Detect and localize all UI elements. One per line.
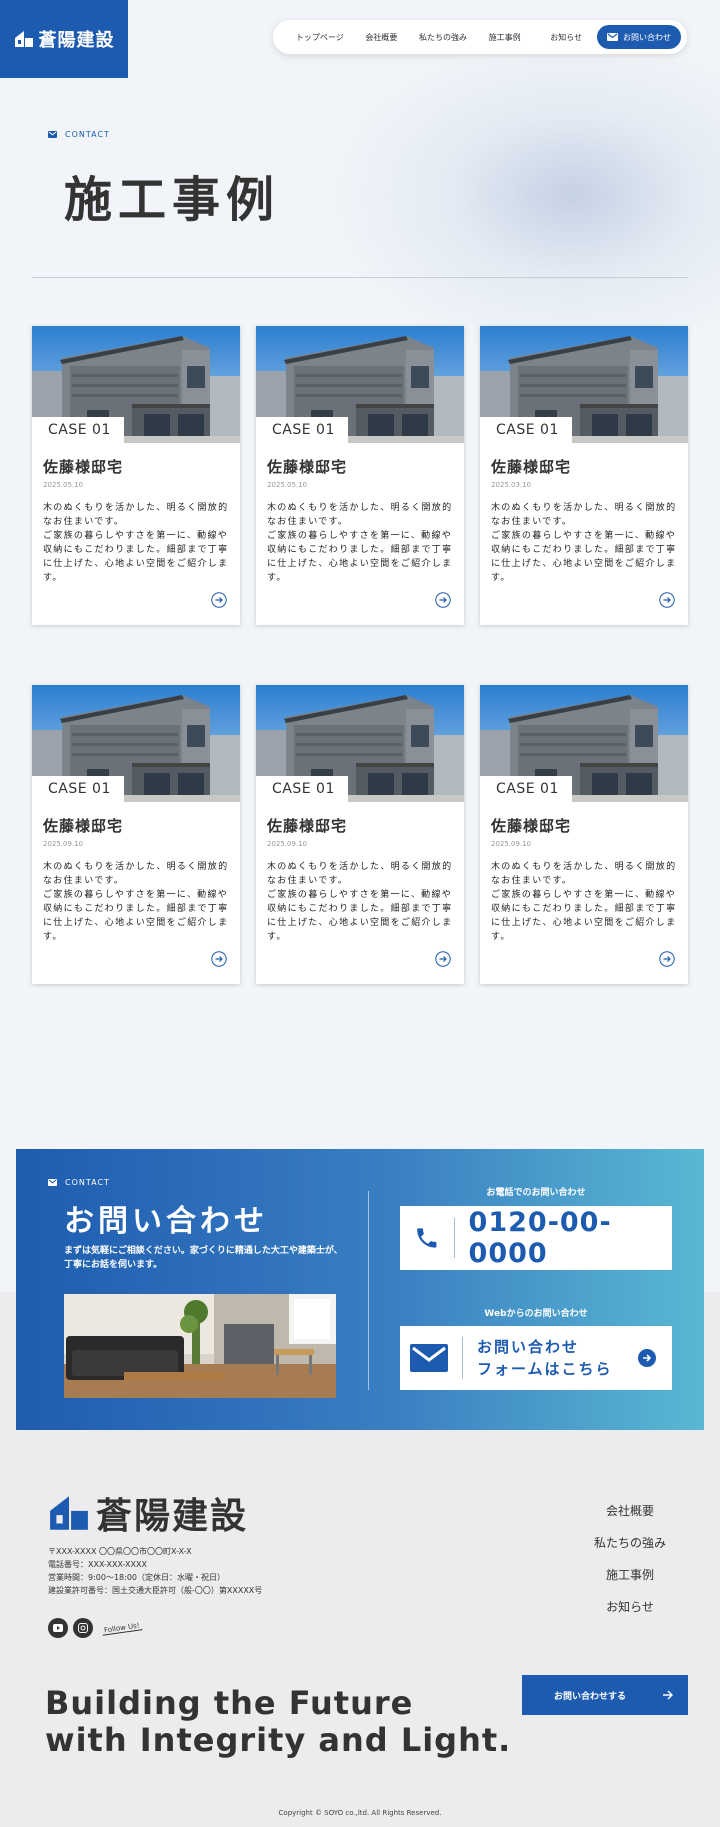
case-date: 2025.03.10 [491, 481, 532, 489]
web-form-button[interactable]: お問い合わせ フォームはこちら [400, 1326, 672, 1390]
case-card[interactable]: CASE 01 佐藤様邸宅 2025.09.10 木のぬくもりを活かした、明るく開放的… [32, 685, 240, 984]
hero-eyebrow-label: CONTACT [65, 130, 110, 139]
case-date: 2025.05.10 [267, 481, 308, 489]
arrow-circle-icon[interactable] [659, 592, 675, 608]
nav-item-company[interactable]: 会社概要 [351, 32, 413, 43]
case-title: 佐藤様邸宅 [267, 458, 348, 476]
contact-eyebrow-label: CONTACT [65, 1178, 110, 1187]
phone-label: お電話でのお問い合わせ [486, 1188, 586, 1198]
footer-hours: 営業時間：9:00〜18:00（定休日：水曜・祝日） [48, 1573, 226, 1582]
header-logo[interactable]: 蒼陽建設 [0, 0, 128, 78]
living-room-photo [64, 1294, 336, 1398]
web-label: Webからのお問い合わせ [484, 1309, 588, 1319]
case-desc: 木のぬくもりを活かした、明るく開放的なお住まいです。 ご家族の暮らしやすさを第一に… [491, 862, 677, 942]
case-number: CASE 01 [32, 776, 124, 802]
arrow-circle-icon [638, 1349, 656, 1367]
house-logo-icon [50, 1496, 88, 1530]
arrow-circle-icon[interactable] [435, 592, 451, 608]
hero-divider [32, 277, 688, 278]
phone-number[interactable]: 0120-00-0000 [469, 1207, 672, 1269]
contact-title: お問い合わせ [64, 1204, 268, 1239]
arrow-right-icon [663, 1690, 673, 1700]
tagline-line1: Building the Future [45, 1684, 414, 1722]
case-card[interactable]: CASE 01 佐藤様邸宅 2025.03.10 木のぬくもりを活かした、明るく開放的… [480, 326, 688, 625]
case-card[interactable]: CASE 01 佐藤様邸宅 2025.05.10 木のぬくもりを活かした、明るく開放的… [256, 326, 464, 625]
arrow-circle-icon[interactable] [435, 951, 451, 967]
arrow-circle-icon[interactable] [211, 951, 227, 967]
phone-sep [453, 1218, 455, 1258]
footer-nav-works[interactable]: 施工事例 [580, 1566, 680, 1598]
mail-icon [606, 33, 618, 41]
case-card[interactable]: CASE 01 佐藤様邸宅 2025.05.10 木のぬくもりを活かした、明るく開放的… [32, 326, 240, 625]
nav-item-top[interactable]: トップページ [289, 32, 351, 43]
youtube-icon[interactable] [48, 1618, 68, 1638]
case-card[interactable]: CASE 01 佐藤様邸宅 2025.09.10 木のぬくもりを活かした、明るく開放的… [480, 685, 688, 984]
mail-icon [410, 1344, 448, 1372]
arrow-circle-icon[interactable] [659, 951, 675, 967]
copyright: Copyright © SOYO co.,ltd. All Rights Res… [278, 1809, 442, 1817]
footer-logo[interactable]: 蒼陽建設 [48, 1487, 248, 1539]
case-date: 2025.09.10 [267, 840, 308, 848]
global-nav: トップページ 会社概要 私たちの強み 施工事例 お知らせ お問い合わせ [273, 20, 687, 54]
nav-item-works[interactable]: 施工事例 [474, 32, 536, 43]
tagline-line2: with Integrity and Light. [45, 1721, 512, 1759]
case-desc: 木のぬくもりを活かした、明るく開放的なお住まいです。 ご家族の暮らしやすさを第一に… [43, 862, 229, 942]
case-number: CASE 01 [480, 417, 572, 443]
case-card[interactable]: CASE 01 佐藤様邸宅 2025.09.10 木のぬくもりを活かした、明るく開放的… [256, 685, 464, 984]
nav-contact-button[interactable]: お問い合わせ [596, 25, 681, 49]
contact-eyebrow: CONTACT [48, 1178, 110, 1187]
house-logo-icon [14, 31, 33, 47]
case-number: CASE 01 [32, 417, 124, 443]
case-title: 佐藤様邸宅 [43, 458, 124, 476]
case-number: CASE 01 [480, 776, 572, 802]
case-title: 佐藤様邸宅 [43, 817, 124, 835]
case-number: CASE 01 [256, 417, 348, 443]
hero-glow [320, 60, 720, 360]
footer-nav-strengths[interactable]: 私たちの強み [580, 1534, 680, 1566]
web-line2: フォームはこちら [477, 1360, 613, 1378]
contact-band: CONTACT お問い合わせ まずは気軽にご相談ください。家づくりに精通した大工… [16, 1149, 704, 1430]
footer-social: Follow Us! [48, 1618, 143, 1638]
web-sep [462, 1337, 463, 1379]
phone-box[interactable]: 0120-00-0000 [400, 1206, 672, 1270]
mail-icon [48, 1179, 57, 1186]
footer-nav: 会社概要 私たちの強み 施工事例 お知らせ [580, 1502, 680, 1630]
web-form-text: お問い合わせ フォームはこちら [477, 1336, 624, 1380]
case-title: 佐藤様邸宅 [491, 458, 572, 476]
contact-divider [368, 1191, 369, 1390]
case-date: 2025.09.10 [491, 840, 532, 848]
footer-tagline: Building the Future with Integrity and L… [45, 1685, 511, 1759]
footer-phone: 電話番号：XXX-XXX-XXXX [48, 1560, 147, 1569]
case-number: CASE 01 [256, 776, 348, 802]
footer-nav-news[interactable]: お知らせ [580, 1598, 680, 1630]
case-date: 2025.09.10 [43, 840, 84, 848]
footer-logo-text: 蒼陽建設 [96, 1496, 249, 1537]
footer-nav-company[interactable]: 会社概要 [580, 1502, 680, 1534]
nav-item-news[interactable]: お知らせ [535, 32, 597, 43]
mail-icon [48, 131, 57, 138]
web-line1: お問い合わせ [477, 1338, 580, 1356]
contact-desc: まずは気軽にご相談ください。家づくりに精通した大工や建築士が、丁寧にお話を伺いま… [64, 1246, 343, 1270]
case-title: 佐藤様邸宅 [491, 817, 572, 835]
footer-contact-button[interactable]: お問い合わせする [522, 1675, 688, 1715]
case-desc: 木のぬくもりを活かした、明るく開放的なお住まいです。 ご家族の暮らしやすさを第一に… [267, 862, 453, 942]
phone-icon [417, 1228, 437, 1248]
case-desc: 木のぬくもりを活かした、明るく開放的なお住まいです。 ご家族の暮らしやすさを第一に… [43, 503, 229, 583]
logo-text: 蒼陽建設 [38, 30, 115, 51]
hero-eyebrow: CONTACT [48, 130, 110, 139]
nav-contact-label: お問い合わせ [622, 32, 671, 42]
case-desc: 木のぬくもりを活かした、明るく開放的なお住まいです。 ご家族の暮らしやすさを第一に… [491, 503, 677, 583]
case-desc: 木のぬくもりを活かした、明るく開放的なお住まいです。 ご家族の暮らしやすさを第一に… [267, 503, 453, 583]
arrow-circle-icon[interactable] [211, 592, 227, 608]
footer-info: 〒XXX-XXXX 〇〇県〇〇市〇〇町X-X-X 電話番号：XXX-XXX-XX… [48, 1545, 262, 1597]
follow-us-label: Follow Us! [101, 1620, 143, 1636]
footer-address: 〒XXX-XXXX 〇〇県〇〇市〇〇町X-X-X [48, 1547, 192, 1556]
footer-license: 建設業許可番号：国土交通大臣許可（般-〇〇）第XXXXX号 [48, 1586, 263, 1595]
footer-cta-label: お問い合わせする [554, 1691, 627, 1702]
case-title: 佐藤様邸宅 [267, 817, 348, 835]
case-date: 2025.05.10 [43, 481, 84, 489]
page-title: 施工事例 [64, 172, 281, 228]
instagram-icon[interactable] [73, 1618, 93, 1638]
nav-item-strengths[interactable]: 私たちの強み [412, 32, 474, 43]
